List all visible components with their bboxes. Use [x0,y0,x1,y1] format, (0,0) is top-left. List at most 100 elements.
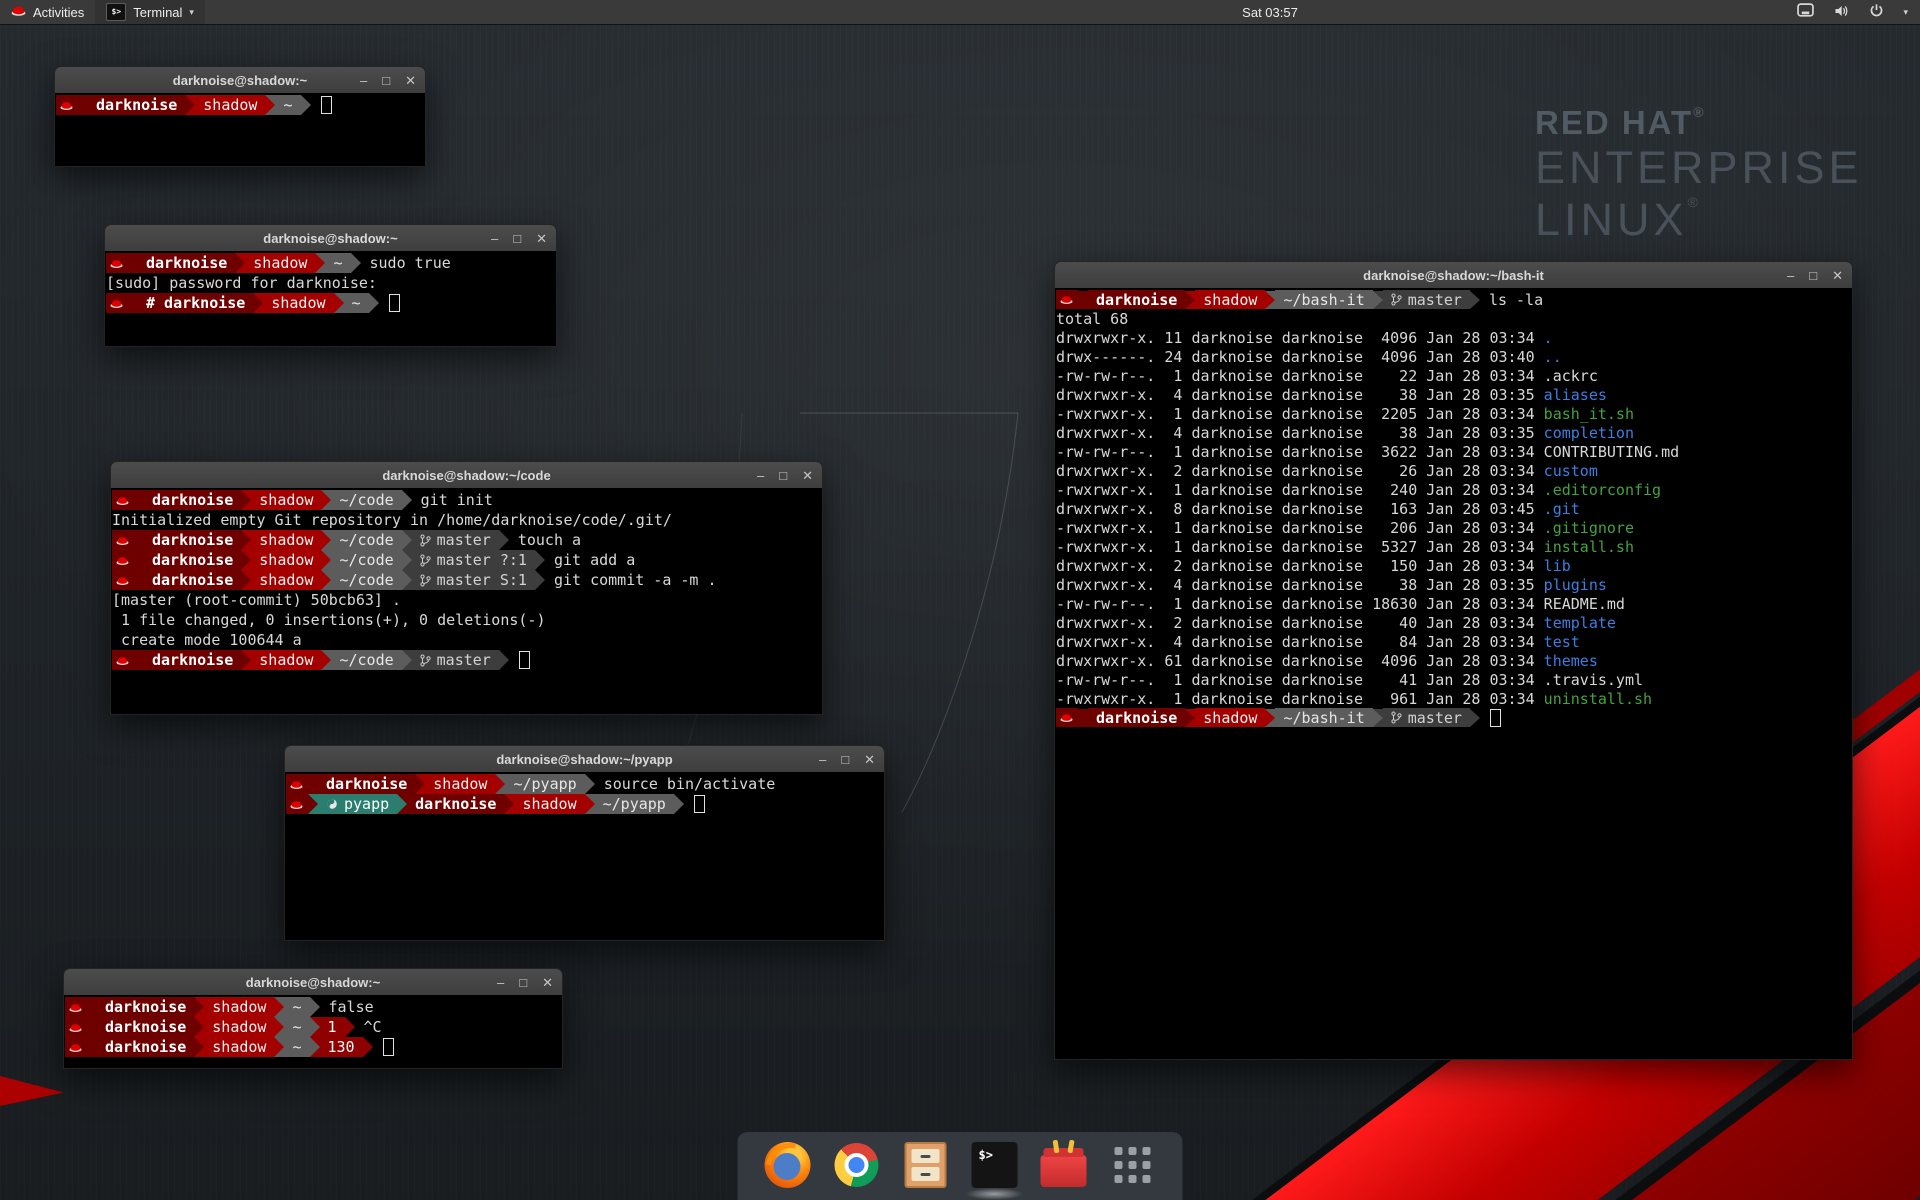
powerline-separator-icon [363,1037,373,1057]
terminal-content[interactable]: darknoiseshadow~/codegit initInitialized… [111,488,822,714]
output-text: -rwxrwxr-x. 1 darknoise darknoise 206 Ja… [1056,519,1544,537]
logo-linux: LINUX [1535,194,1688,245]
minimize-button[interactable]: – [819,753,826,766]
prompt-path-segment: ~/code [331,490,401,510]
window-titlebar[interactable]: darknoise@shadow:~/bash-it–□✕ [1055,262,1852,289]
powerline-separator-icon [1265,709,1275,727]
git-branch-icon [420,534,437,547]
redhat-prompt-icon [69,1002,82,1013]
maximize-button[interactable]: □ [519,976,527,989]
prompt-line: darknoiseshadow~/pyappsource bin/activat… [286,774,884,794]
window-titlebar[interactable]: darknoise@shadow:~/pyapp–□✕ [285,746,884,773]
maximize-button[interactable]: □ [513,232,521,245]
powerline-separator-icon [321,530,331,550]
redhat-prompt-icon [110,258,123,269]
output-line: drwxrwxr-x. 61 darknoise darknoise 4096 … [1056,651,1852,670]
prompt-line: darknoiseshadow~/codemaster ?:1git add a [112,550,822,570]
prompt-git-segment: master ?:1 [412,550,535,570]
dock-app-grid-icon[interactable] [1107,1139,1159,1191]
registered-mark: ® [1688,194,1702,210]
output-line: [master (root-commit) 50bcb63] . [112,590,822,610]
prompt-host-segment: shadow [251,550,321,570]
prompt-host-segment: shadow [204,997,274,1017]
dock-files-icon[interactable] [900,1139,952,1191]
filename-exec: bash_it.sh [1544,405,1634,423]
prompt-hat-segment [1056,708,1078,727]
prompt-line: darknoiseshadow~/codemaster [112,650,822,670]
prompt-hat-segment [56,95,78,115]
powerline-separator-icon [310,1017,320,1037]
window-titlebar[interactable]: darknoise@shadow:~–□✕ [64,969,562,996]
window-titlebar[interactable]: darknoise@shadow:~–□✕ [55,67,425,94]
output-text: -rwxrwxr-x. 1 darknoise darknoise 2205 J… [1056,405,1544,423]
prompt-git-segment: master S:1 [412,570,535,590]
powerline-separator-icon [265,95,275,115]
command-text: git commit -a -m . [554,571,717,589]
close-button[interactable]: ✕ [536,232,547,245]
dock-chrome-icon[interactable] [831,1139,883,1191]
app-menu-label: Terminal [133,5,182,20]
git-branch-icon [1391,711,1408,724]
powerline-separator-icon [585,794,595,814]
maximize-button[interactable]: □ [779,469,787,482]
output-text: CONTRIBUTING.md [1544,443,1679,461]
system-status-area[interactable]: ▾ [1797,3,1920,22]
prompt-path-segment: ~/code [331,570,401,590]
minimize-button[interactable]: – [757,469,764,482]
prompt-user-segment: # darknoise [138,293,253,313]
close-button[interactable]: ✕ [802,469,813,482]
terminal-content[interactable]: darknoiseshadow~falsedarknoiseshadow~1^C… [64,995,562,1068]
close-button[interactable]: ✕ [864,753,875,766]
close-button[interactable]: ✕ [542,976,553,989]
terminal-content[interactable]: darknoiseshadow~ [55,93,425,166]
window-titlebar[interactable]: darknoise@shadow:~/code–□✕ [111,462,822,489]
powerline-separator-icon [241,550,251,570]
command-text: ls -la [1489,291,1543,309]
prompt-hat-segment [112,530,134,550]
prompt-user-segment: darknoise [138,253,235,273]
maximize-button[interactable]: □ [382,74,390,87]
app-menu-terminal[interactable]: $> Terminal ▾ [95,0,205,24]
output-text: [sudo] password for darknoise: [106,274,377,292]
redhat-prompt-icon [69,1042,82,1053]
window-titlebar[interactable]: darknoise@shadow:~–□✕ [105,225,556,252]
powerline-separator-icon [134,570,144,590]
terminal-cursor [1490,709,1501,727]
minimize-button[interactable]: – [491,232,498,245]
redhat-icon [11,4,26,20]
close-button[interactable]: ✕ [405,74,416,87]
filename-exec: uninstall.sh [1544,690,1652,708]
powerline-separator-icon [402,550,412,570]
prompt-path-segment: ~ [284,997,309,1017]
powerline-separator-icon [134,530,144,550]
command-text: sudo true [370,254,451,272]
command-text: false [329,998,374,1016]
activities-button[interactable]: Activities [0,0,95,24]
minimize-button[interactable]: – [360,74,367,87]
maximize-button[interactable]: □ [1809,269,1817,282]
terminal-content[interactable]: darknoiseshadow~/bash-itmasterls -latota… [1055,288,1852,1059]
close-button[interactable]: ✕ [1832,269,1843,282]
minimize-button[interactable]: – [1787,269,1794,282]
filename-exec: .editorconfig [1544,481,1661,499]
command-text: git init [421,491,493,509]
terminal-content[interactable]: darknoiseshadow~sudo true[sudo] password… [105,251,556,346]
output-line: -rwxrwxr-x. 1 darknoise darknoise 961 Ja… [1056,689,1852,708]
maximize-button[interactable]: □ [841,753,849,766]
prompt-host-segment: shadow [514,794,584,814]
powerline-separator-icon [241,570,251,590]
prompt-host-segment: shadow [251,650,321,670]
prompt-git-segment: master [412,650,499,670]
terminal-content[interactable]: darknoiseshadow~/pyappsource bin/activat… [285,772,884,940]
dock-toolbox-icon[interactable] [1038,1139,1090,1191]
clock[interactable]: Sat 03:57 [1195,5,1345,20]
dock-terminal-icon[interactable]: $> [969,1139,1021,1191]
dock-firefox-icon[interactable] [762,1139,814,1191]
display-icon [1797,3,1814,21]
minimize-button[interactable]: – [497,976,504,989]
powerline-separator-icon [128,293,138,313]
prompt-host-segment: shadow [245,253,315,273]
powerline-separator-icon [87,1037,97,1057]
powerline-separator-icon [535,570,545,590]
output-text: drwxrwxr-x. 61 darknoise darknoise 4096 … [1056,652,1544,670]
